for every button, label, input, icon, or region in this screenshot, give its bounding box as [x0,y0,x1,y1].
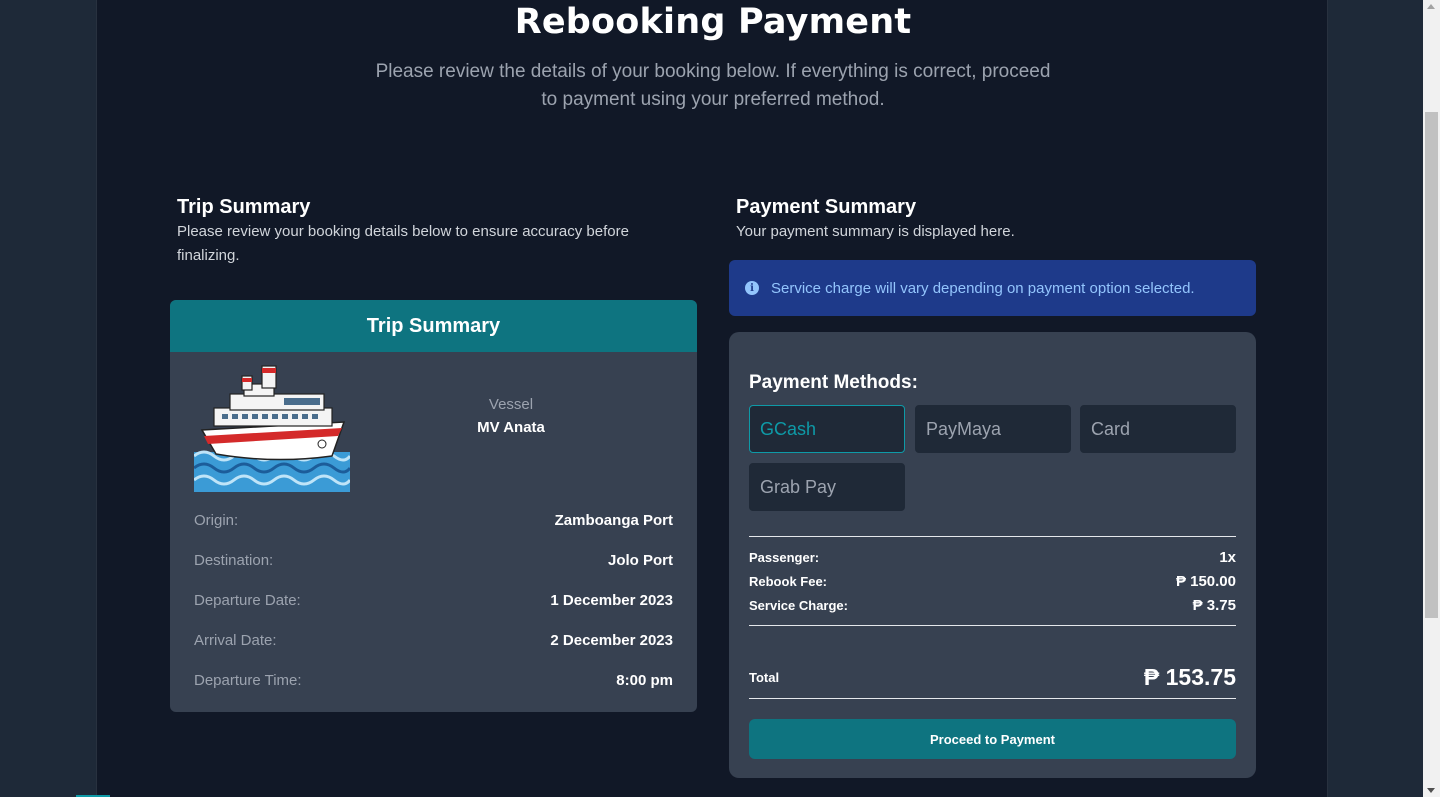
trip-row-label: Departure Time: [194,671,302,689]
trip-row-label: Arrival Date: [194,631,277,649]
trip-card-header: Trip Summary [170,300,697,352]
total-value: ₱ 153.75 [1143,663,1236,690]
info-icon: i [745,281,759,295]
fee-label: Passenger: [749,549,820,565]
alert-text: Service charge will vary depending on pa… [771,279,1195,297]
fee-label: Service Charge: [749,597,848,613]
payment-method-paymaya[interactable]: PayMaya [915,405,1071,453]
payment-section-description: Your payment summary is displayed here. [736,223,1015,240]
trip-row-label: Origin: [194,511,239,529]
trip-row-label: Destination: [194,551,274,569]
total-label: Total [749,669,780,685]
divider [749,698,1236,699]
proceed-to-payment-button[interactable]: Proceed to Payment [749,719,1236,759]
divider [749,536,1236,537]
vessel-label: Vessel [488,396,534,413]
scrollbar[interactable] [1423,0,1440,797]
main-content: Rebooking Payment Please review the deta… [96,0,1328,797]
page-subtitle: Please review the details of your bookin… [375,61,1051,110]
fee-row-service-charge: Service Charge: ₱ 3.75 [749,596,1236,614]
divider [749,625,1236,626]
scroll-up-arrow-icon[interactable] [1427,4,1435,9]
scroll-down-arrow-icon[interactable] [1427,788,1435,793]
trip-row-departure-date: Departure Date: 1 December 2023 [194,589,673,611]
trip-row-destination: Destination: Jolo Port [194,549,673,571]
fee-row-passenger: Passenger: 1x [749,548,1236,566]
payment-method-card[interactable]: Card [1080,405,1236,453]
trip-row-origin: Origin: Zamboanga Port [194,509,673,531]
trip-row-departure-time: Departure Time: 8:00 pm [194,669,673,691]
trip-row-value: 1 December 2023 [550,591,673,609]
fee-label: Rebook Fee: [749,573,828,589]
payment-method-grabpay[interactable]: Grab Pay [749,463,905,511]
fee-value: ₱ 3.75 [1192,596,1236,614]
fee-value: ₱ 150.00 [1175,572,1236,590]
trip-row-value: 2 December 2023 [550,631,673,649]
trip-row-arrival-date: Arrival Date: 2 December 2023 [194,629,673,651]
payment-card: Payment Methods: GCash PayMaya Card Grab… [729,332,1256,778]
payment-method-gcash[interactable]: GCash [749,405,905,453]
trip-row-value: 8:00 pm [616,671,673,689]
fee-row-rebook-fee: Rebook Fee: ₱ 150.00 [749,572,1236,590]
trip-section-title: Trip Summary [177,196,311,218]
service-charge-alert: i Service charge will vary depending on … [729,260,1256,316]
trip-row-label: Departure Date: [194,591,301,609]
trip-row-value: Jolo Port [607,551,673,569]
trip-row-value: Zamboanga Port [554,511,673,529]
ship-image [194,365,350,492]
total-row: Total ₱ 153.75 [749,662,1236,692]
payment-methods-title: Payment Methods: [749,372,918,393]
scrollbar-thumb[interactable] [1425,112,1438,618]
page-title: Rebooking Payment [514,2,912,42]
fee-value: 1x [1219,548,1236,566]
trip-summary-card: Trip Summary Vessel MV Anata Origin: Zam… [170,300,697,712]
vessel-name: MV Anata [477,419,545,436]
trip-section-description: Please review your booking details below… [177,223,629,264]
payment-section-title: Payment Summary [736,196,917,218]
